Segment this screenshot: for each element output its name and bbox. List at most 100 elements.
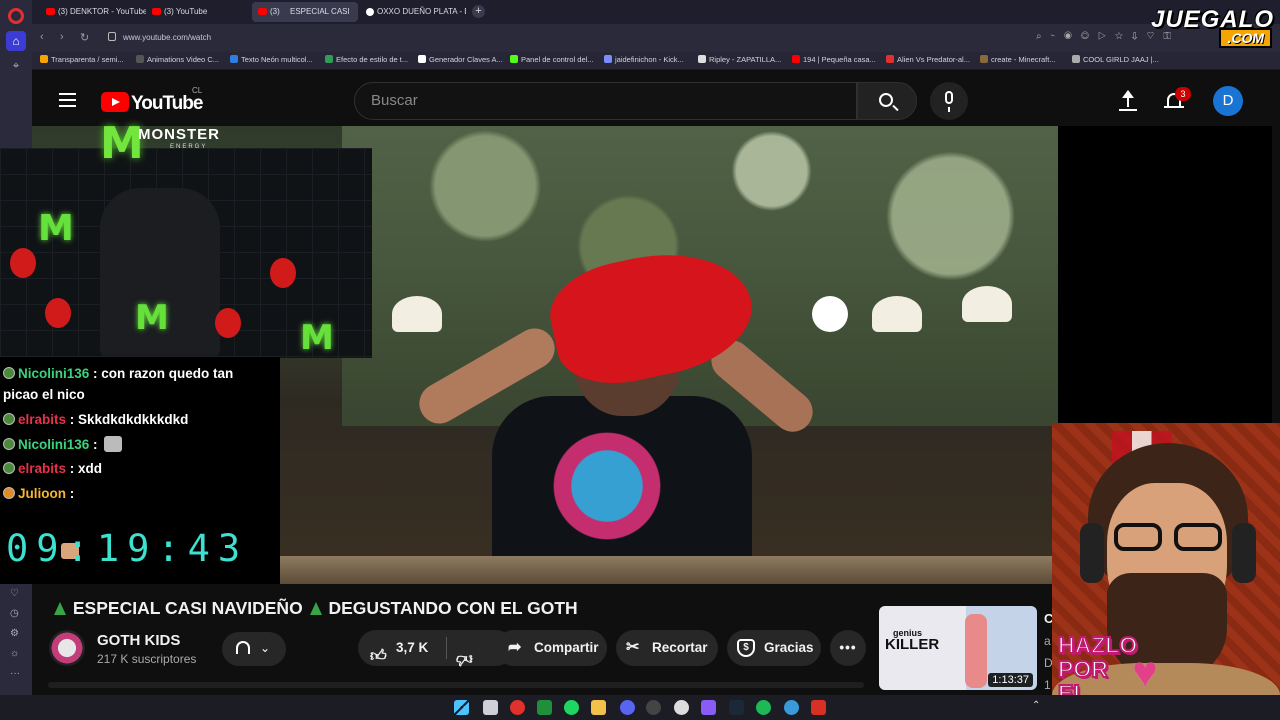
tab-youtube[interactable]: (3) YouTube [146,2,252,22]
monster-logo-icon: M [300,318,334,358]
share-button[interactable]: ➦ Compartir [496,630,607,666]
lock-icon [108,32,116,41]
chat-badge-icon [3,438,15,450]
streamer-avatar-overlay: HAZLO POR EL ♥ [1052,423,1280,720]
bookmark-icon [980,55,988,63]
share-icon: ➦ [508,639,522,656]
bookmark-icon [604,55,612,63]
elmo-plush [45,298,71,328]
more-icon[interactable]: ··· [10,668,20,679]
voice-search-button[interactable] [930,82,968,120]
like-count[interactable]: 3,7 K [396,630,428,666]
heart-icon[interactable]: ♡ [10,588,19,599]
bookmark-item[interactable]: Transparenta / semi... [40,55,124,64]
tab-oxxo[interactable]: OXXO DUEÑO PLATA - Bu [360,2,466,22]
windows-start-icon[interactable] [454,700,469,715]
tab-denktor[interactable]: (3) DENKTOR - YouTube [40,2,146,22]
microphone-icon [945,91,953,112]
bookmark-item[interactable]: Texto Neón multicol... [230,55,313,64]
chat-message: Nicolini136 : [3,434,243,455]
christmas-tree-icon [309,602,322,615]
spotify-icon[interactable] [564,700,579,715]
bookmark-item[interactable]: COOL GIRLD JAAJ |... [1072,55,1159,64]
tab-especial-casi[interactable]: (3) ESPECIAL CASI [252,2,358,22]
upload-icon[interactable] [1118,90,1138,112]
dislike-icon[interactable]: 👍︎ [456,640,473,676]
discord-icon[interactable] [620,700,635,715]
app-icon[interactable] [701,700,716,715]
opera-icon[interactable] [510,700,525,715]
youtube-icon [258,8,267,16]
chat-message: elrabits : Skkdkdkdkkkdkd [3,409,243,430]
bookmark-item[interactable]: Ripley - ZAPATILLA... [698,55,781,64]
account-avatar[interactable]: D [1213,86,1243,116]
notification-preferences-button[interactable]: ⌄ [222,632,286,666]
bookmark-icon [510,55,518,63]
settings-icon[interactable]: ⚙ [10,628,19,639]
recommended-video-thumbnail[interactable]: genius KILLER 1:13:37 [879,606,1037,690]
search-button[interactable] [857,82,917,120]
app-icon[interactable] [811,700,826,715]
chat-badge-icon [3,462,15,474]
country-code: CL [192,86,203,95]
file-explorer-icon[interactable] [591,700,606,715]
clip-button[interactable]: ✂ Recortar [616,630,718,666]
stream-webcam-overlay: M M M [0,148,372,358]
chat-badge-icon [3,367,15,379]
description-box[interactable] [48,682,864,688]
thanks-button[interactable]: $ Gracias [727,630,821,666]
bookmark-icon [698,55,706,63]
bookmark-icon [40,55,48,63]
pin-icon[interactable]: ⌖ [6,55,26,75]
lightbulb-icon[interactable]: ☼ [10,648,19,659]
elmo-plush [10,248,36,278]
bookmark-item[interactable]: Alien Vs Predator-al... [886,55,970,64]
search-input[interactable] [371,92,831,109]
bookmark-item[interactable]: Generador Claves A... [418,55,503,64]
more-actions-button[interactable]: ••• [830,630,866,666]
bookmark-item[interactable]: Efecto de estilo de t... [325,55,408,64]
like-dislike-group: 👍︎ 3,7 K 👍︎ [358,630,514,667]
opera-logo-icon[interactable] [8,8,24,24]
bell-icon [236,641,250,654]
channel-avatar[interactable] [49,630,85,666]
bookmark-icon [325,55,333,63]
app-icon[interactable] [674,700,689,715]
task-view-icon[interactable] [483,700,498,715]
bookmark-item[interactable]: create - Minecraft... [980,55,1056,64]
bookmarks-bar: Transparenta / semi... Animations Video … [32,52,1280,70]
menu-icon[interactable] [59,93,76,107]
christmas-tree-icon [54,602,66,615]
steam-icon[interactable] [729,700,744,715]
thanks-icon: $ [737,639,755,657]
new-tab-button[interactable]: + [472,5,485,18]
windows-taskbar: ⌃ [0,695,1280,720]
site-watermark: JUEGALO .COM [1112,2,1280,48]
bookmark-item[interactable]: Panel de control del... [510,55,594,64]
url-field[interactable]: www.youtube.com/watch [102,28,1002,48]
browser-icon[interactable] [784,700,799,715]
stream-chat-overlay: Nicolini136 : con razon quedo tan picao … [0,357,280,584]
youtube-wordmark: YouTube [131,93,203,114]
app-icon[interactable] [756,700,771,715]
channel-name[interactable]: GOTH KIDS [97,632,180,649]
forward-icon[interactable]: › [60,31,64,43]
history-icon[interactable]: ◷ [10,608,19,619]
chat-badge-icon [3,413,15,425]
tab-strip: (3) DENKTOR - YouTube (3) YouTube (3) ES… [32,0,1280,24]
like-icon[interactable]: 👍︎ [370,639,387,675]
stream-clock: 09:19:43 [6,527,249,570]
elmo-plush [215,308,241,338]
back-icon[interactable]: ‹ [40,31,44,43]
bookmark-item[interactable]: Animations Video C... [136,55,219,64]
heart-icon: ♥ [1132,648,1159,697]
reload-icon[interactable]: ↻ [80,31,89,44]
xbox-icon[interactable] [537,700,552,715]
home-icon[interactable]: ⌂ [6,31,26,51]
bookmark-item[interactable]: 194 | Pequeña casa... [792,55,876,64]
system-tray-chevron-icon[interactable]: ⌃ [1032,700,1040,711]
obs-icon[interactable] [646,700,661,715]
bookmark-icon [136,55,144,63]
bookmark-item[interactable]: jaidefinichon - Kick... [604,55,684,64]
subscriber-count: 217 K suscriptores [97,652,197,666]
